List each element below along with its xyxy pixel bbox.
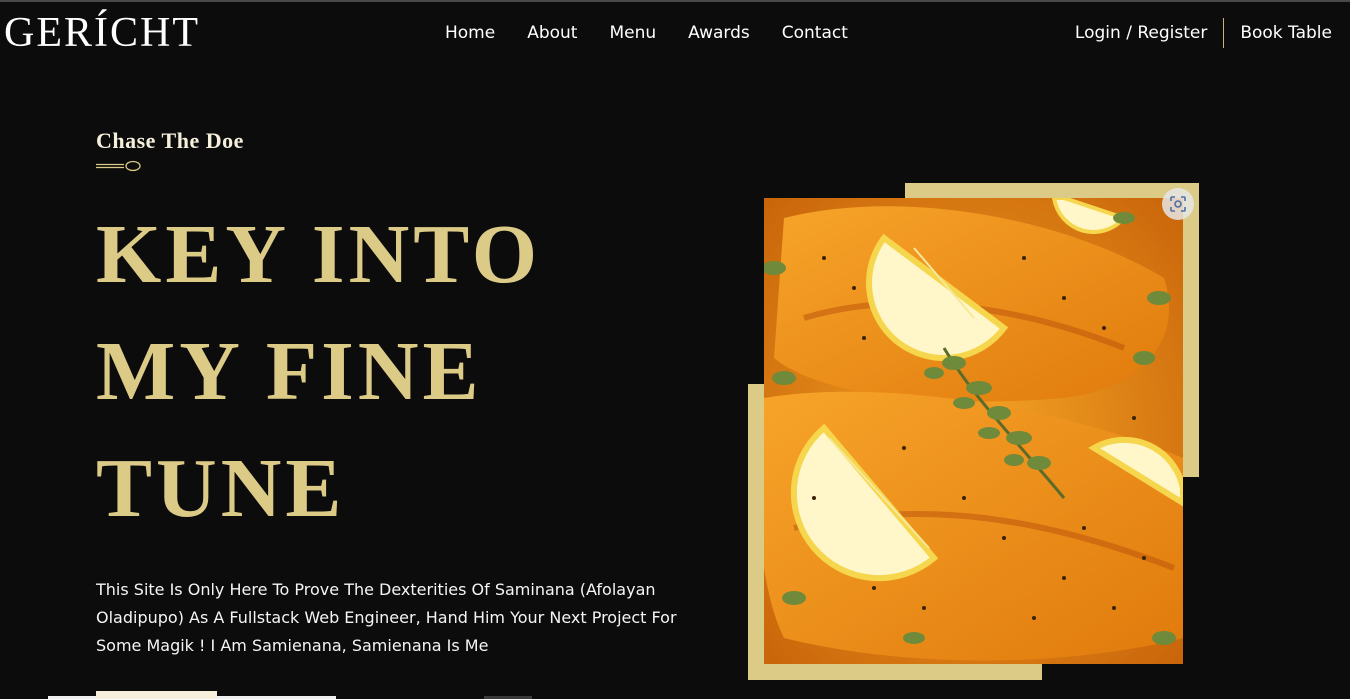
nav-link-menu[interactable]: Menu	[609, 22, 656, 44]
top-border	[0, 0, 1350, 2]
brand-logo[interactable]: GERÍCHT	[4, 10, 200, 56]
nav-link-about[interactable]: About	[527, 22, 577, 44]
book-table-link[interactable]: Book Table	[1240, 22, 1332, 44]
hero-subtitle: Chase The Doe	[96, 128, 244, 153]
main-nav: Home About Menu Awards Contact	[445, 22, 880, 44]
food-illustration	[764, 198, 1183, 664]
headline-line: MY FINE	[96, 325, 483, 418]
hero-food-image	[764, 198, 1183, 664]
spoon-icon	[96, 160, 141, 172]
visual-search-icon[interactable]	[1162, 188, 1194, 220]
nav-link-home[interactable]: Home	[445, 22, 495, 44]
nav-actions: Login / Register Book Table	[1075, 18, 1332, 48]
headline-line: KEY INTO	[96, 208, 542, 301]
nav-link-awards[interactable]: Awards	[688, 22, 750, 44]
lens-icon	[1170, 196, 1186, 212]
login-register-link[interactable]: Login / Register	[1075, 22, 1207, 44]
explore-button[interactable]	[96, 691, 217, 699]
hero-description: This Site Is Only Here To Prove The Dext…	[96, 580, 677, 655]
nav-link-contact[interactable]: Contact	[782, 22, 848, 44]
nav-divider	[1223, 18, 1225, 48]
headline-line: TUNE	[96, 442, 346, 535]
hero-headline: KEY INTO MY FINE TUNE	[96, 196, 541, 547]
